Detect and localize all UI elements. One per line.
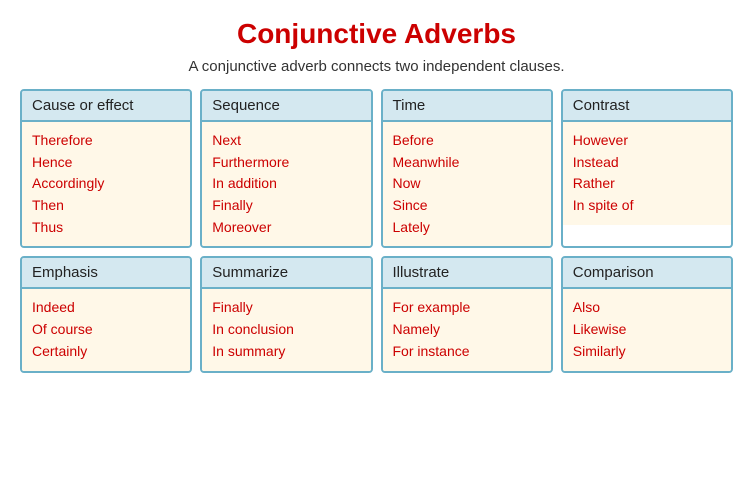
card-4-item-2: Certainly <box>32 341 180 363</box>
card-body-4: IndeedOf courseCertainly <box>22 289 190 370</box>
card-body-7: AlsoLikewiseSimilarly <box>563 289 731 370</box>
card-1-item-4: Moreover <box>212 217 360 239</box>
card-body-5: FinallyIn conclusionIn summary <box>202 289 370 370</box>
card-grid: Cause or effectThereforeHenceAccordingly… <box>20 89 733 373</box>
card-5-item-0: Finally <box>212 297 360 319</box>
card-0-item-4: Thus <box>32 217 180 239</box>
card-body-0: ThereforeHenceAccordinglyThenThus <box>22 122 190 246</box>
card-0-item-0: Therefore <box>32 130 180 152</box>
card-2-item-1: Meanwhile <box>393 152 541 174</box>
card-header-2: Time <box>383 91 551 122</box>
card-1-item-2: In addition <box>212 173 360 195</box>
card-0-item-2: Accordingly <box>32 173 180 195</box>
card-header-5: Summarize <box>202 258 370 289</box>
card-2-item-0: Before <box>393 130 541 152</box>
card-header-4: Emphasis <box>22 258 190 289</box>
card-1-item-3: Finally <box>212 195 360 217</box>
card-0-item-3: Then <box>32 195 180 217</box>
card-4-item-1: Of course <box>32 319 180 341</box>
card-5-item-2: In summary <box>212 341 360 363</box>
card-body-2: BeforeMeanwhileNowSinceLately <box>383 122 551 246</box>
card-3-item-0: However <box>573 130 721 152</box>
card-6-item-2: For instance <box>393 341 541 363</box>
card-2-item-3: Since <box>393 195 541 217</box>
card-3-item-1: Instead <box>573 152 721 174</box>
card-2-item-2: Now <box>393 173 541 195</box>
card-header-3: Contrast <box>563 91 731 122</box>
card-6-item-1: Namely <box>393 319 541 341</box>
card-2: TimeBeforeMeanwhileNowSinceLately <box>381 89 553 248</box>
card-6: IllustrateFor exampleNamelyFor instance <box>381 256 553 372</box>
card-7: ComparisonAlsoLikewiseSimilarly <box>561 256 733 372</box>
card-3: ContrastHoweverInsteadRatherIn spite of <box>561 89 733 248</box>
card-1-item-1: Furthermore <box>212 152 360 174</box>
card-1-item-0: Next <box>212 130 360 152</box>
main-title: Conjunctive Adverbs <box>237 18 516 50</box>
card-0-item-1: Hence <box>32 152 180 174</box>
card-4-item-0: Indeed <box>32 297 180 319</box>
card-header-6: Illustrate <box>383 258 551 289</box>
card-body-1: NextFurthermoreIn additionFinallyMoreove… <box>202 122 370 246</box>
card-7-item-2: Similarly <box>573 341 721 363</box>
card-3-item-3: In spite of <box>573 195 721 217</box>
card-4: EmphasisIndeedOf courseCertainly <box>20 256 192 372</box>
subtitle: A conjunctive adverb connects two indepe… <box>188 58 564 75</box>
card-6-item-0: For example <box>393 297 541 319</box>
card-7-item-1: Likewise <box>573 319 721 341</box>
card-header-7: Comparison <box>563 258 731 289</box>
card-body-3: HoweverInsteadRatherIn spite of <box>563 122 731 225</box>
card-header-0: Cause or effect <box>22 91 190 122</box>
card-1: SequenceNextFurthermoreIn additionFinall… <box>200 89 372 248</box>
card-3-item-2: Rather <box>573 173 721 195</box>
card-header-1: Sequence <box>202 91 370 122</box>
card-7-item-0: Also <box>573 297 721 319</box>
card-5: SummarizeFinallyIn conclusionIn summary <box>200 256 372 372</box>
card-5-item-1: In conclusion <box>212 319 360 341</box>
card-body-6: For exampleNamelyFor instance <box>383 289 551 370</box>
card-2-item-4: Lately <box>393 217 541 239</box>
card-0: Cause or effectThereforeHenceAccordingly… <box>20 89 192 248</box>
